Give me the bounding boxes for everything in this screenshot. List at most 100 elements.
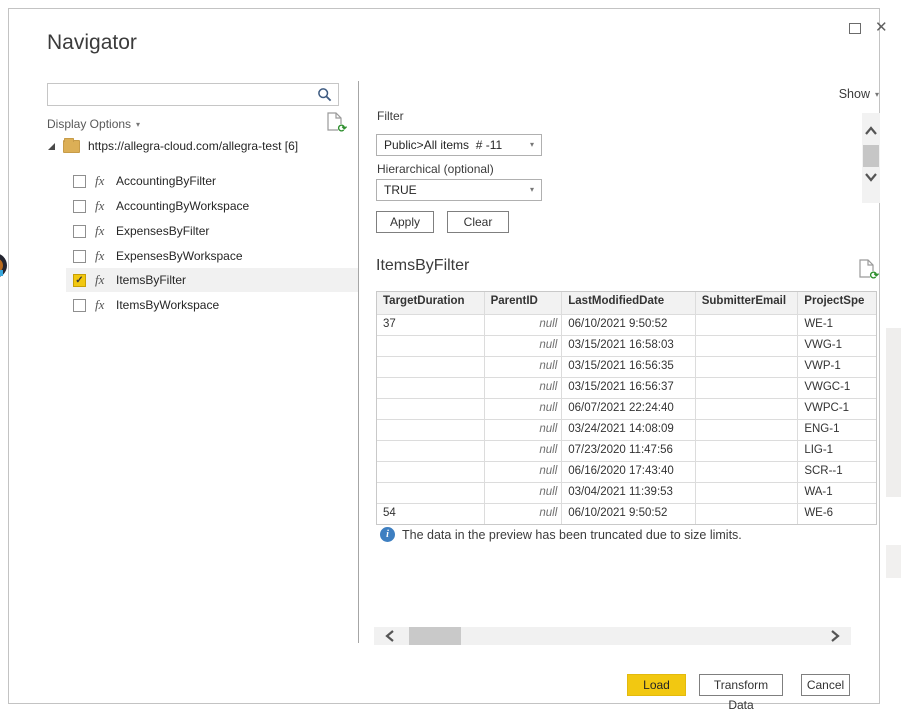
vertical-scrollbar[interactable] bbox=[862, 113, 880, 203]
tree-item-expensesbyworkspace[interactable]: fx ExpensesByWorkspace bbox=[66, 244, 358, 268]
search-input[interactable] bbox=[52, 85, 317, 104]
checkbox-checked[interactable]: ✓ bbox=[73, 274, 86, 287]
table-row: null 03/15/2021 16:56:37 VWGC-1 bbox=[377, 377, 876, 398]
function-icon: fx bbox=[95, 198, 111, 214]
table-cell bbox=[377, 462, 485, 482]
search-icon[interactable] bbox=[317, 87, 333, 103]
column-header[interactable]: ParentID bbox=[485, 292, 563, 314]
table-cell: LIG-1 bbox=[798, 441, 876, 461]
apply-button[interactable]: Apply bbox=[376, 211, 434, 233]
refresh-arrows-icon: ⟳ bbox=[338, 124, 347, 135]
chevron-down-icon: ▾ bbox=[136, 120, 140, 129]
table-cell: 03/15/2021 16:58:03 bbox=[562, 336, 695, 356]
horizontal-scrollbar[interactable] bbox=[374, 627, 851, 645]
table-cell: WE-6 bbox=[798, 504, 876, 524]
function-icon: fx bbox=[95, 297, 111, 313]
table-cell: VWP-1 bbox=[798, 357, 876, 377]
hierarchical-value: TRUE bbox=[384, 183, 417, 197]
table-cell bbox=[377, 399, 485, 419]
cancel-button[interactable]: Cancel bbox=[801, 674, 850, 696]
refresh-preview-icon[interactable]: ⟳ bbox=[327, 112, 344, 132]
scroll-down-icon[interactable] bbox=[864, 172, 878, 182]
filter-label: Filter bbox=[377, 109, 404, 123]
table-cell: WA-1 bbox=[798, 483, 876, 503]
function-icon: fx bbox=[95, 248, 111, 264]
checkbox[interactable] bbox=[73, 200, 86, 213]
table-cell: 54 bbox=[377, 504, 485, 524]
navigator-dialog: Navigator ✕ Display Options▾ ⟳ bbox=[8, 8, 880, 704]
table-cell: null bbox=[485, 504, 563, 524]
tree-item-label: AccountingByFilter bbox=[116, 174, 216, 188]
column-header[interactable]: TargetDuration bbox=[377, 292, 485, 314]
table-cell bbox=[377, 336, 485, 356]
table-row: 54 null 06/10/2021 9:50:52 WE-6 bbox=[377, 503, 876, 524]
refresh-arrows-icon: ⟳ bbox=[870, 271, 879, 282]
close-icon[interactable]: ✕ bbox=[875, 17, 888, 39]
show-dropdown[interactable]: Show ▾ bbox=[823, 87, 879, 101]
tree-item-itemsbyfilter[interactable]: ✓ fx ItemsByFilter bbox=[66, 268, 358, 292]
table-cell: WE-1 bbox=[798, 315, 876, 335]
filter-dropdown[interactable]: Public>All items # -11 ▾ bbox=[376, 134, 542, 156]
tree-root-label: https://allegra-cloud.com/allegra-test [… bbox=[88, 139, 298, 153]
display-options-menu[interactable]: Display Options ▾ bbox=[47, 117, 140, 131]
vertical-scroll-thumb[interactable] bbox=[863, 145, 879, 167]
search-box bbox=[47, 83, 339, 106]
function-icon: fx bbox=[95, 272, 111, 288]
load-button[interactable]: Load bbox=[627, 674, 686, 696]
table-cell bbox=[377, 441, 485, 461]
table-cell bbox=[696, 399, 799, 419]
column-header[interactable]: LastModifiedDate bbox=[562, 292, 695, 314]
table-cell: 03/04/2021 11:39:53 bbox=[562, 483, 695, 503]
tree-item-expensesbyfilter[interactable]: fx ExpensesByFilter bbox=[66, 219, 358, 243]
dialog-title: Navigator bbox=[47, 31, 137, 55]
checkbox[interactable] bbox=[73, 225, 86, 238]
folder-icon bbox=[63, 140, 80, 153]
hierarchical-label: Hierarchical (optional) bbox=[377, 162, 494, 176]
table-cell: 06/10/2021 9:50:52 bbox=[562, 504, 695, 524]
tree-item-accountingbyworkspace[interactable]: fx AccountingByWorkspace bbox=[66, 194, 358, 218]
checkbox[interactable] bbox=[73, 299, 86, 312]
transform-data-button[interactable]: Transform Data bbox=[699, 674, 783, 696]
tree-root-node[interactable]: https://allegra-cloud.com/allegra-test [… bbox=[47, 136, 298, 156]
table-cell: null bbox=[485, 399, 563, 419]
maximize-icon[interactable] bbox=[849, 23, 861, 34]
table-cell: null bbox=[485, 420, 563, 440]
refresh-table-icon[interactable]: ⟳ bbox=[859, 259, 876, 279]
function-icon: fx bbox=[95, 223, 111, 239]
tree-item-label: ExpensesByFilter bbox=[116, 224, 209, 238]
truncation-notice: i The data in the preview has been trunc… bbox=[380, 527, 742, 542]
table-cell bbox=[696, 336, 799, 356]
table-row: null 03/24/2021 14:08:09 ENG-1 bbox=[377, 419, 876, 440]
table-cell: null bbox=[485, 315, 563, 335]
scroll-right-icon[interactable] bbox=[830, 629, 840, 643]
table-cell bbox=[377, 357, 485, 377]
expand-collapse-icon[interactable] bbox=[47, 142, 56, 151]
table-cell: 06/10/2021 9:50:52 bbox=[562, 315, 695, 335]
table-cell: null bbox=[485, 357, 563, 377]
scroll-up-icon[interactable] bbox=[864, 126, 878, 136]
info-icon: i bbox=[380, 527, 395, 542]
table-row: null 06/07/2021 22:24:40 VWPC-1 bbox=[377, 398, 876, 419]
scroll-left-icon[interactable] bbox=[385, 629, 395, 643]
show-label: Show bbox=[839, 87, 870, 101]
column-header[interactable]: ProjectSpe bbox=[798, 292, 876, 314]
horizontal-scroll-thumb[interactable] bbox=[409, 627, 461, 645]
checkbox[interactable] bbox=[73, 250, 86, 263]
clear-button[interactable]: Clear bbox=[447, 211, 509, 233]
table-row: null 03/15/2021 16:58:03 VWG-1 bbox=[377, 335, 876, 356]
chevron-down-icon: ▾ bbox=[530, 140, 534, 149]
checkbox[interactable] bbox=[73, 175, 86, 188]
column-header[interactable]: SubmitterEmail bbox=[696, 292, 799, 314]
panel-divider bbox=[358, 81, 359, 643]
tree-item-accountingbyfilter[interactable]: fx AccountingByFilter bbox=[66, 169, 358, 193]
table-cell: 03/24/2021 14:08:09 bbox=[562, 420, 695, 440]
table-cell: null bbox=[485, 441, 563, 461]
function-icon: fx bbox=[95, 173, 111, 189]
tree-item-itemsbyworkspace[interactable]: fx ItemsByWorkspace bbox=[66, 293, 358, 317]
preview-table-title: ItemsByFilter bbox=[376, 257, 469, 275]
chevron-down-icon: ▾ bbox=[875, 90, 879, 99]
tree-item-label: ExpensesByWorkspace bbox=[116, 249, 243, 263]
hierarchical-dropdown[interactable]: TRUE ▾ bbox=[376, 179, 542, 201]
tree-item-label: ItemsByWorkspace bbox=[116, 298, 219, 312]
display-options-label: Display Options bbox=[47, 117, 131, 131]
